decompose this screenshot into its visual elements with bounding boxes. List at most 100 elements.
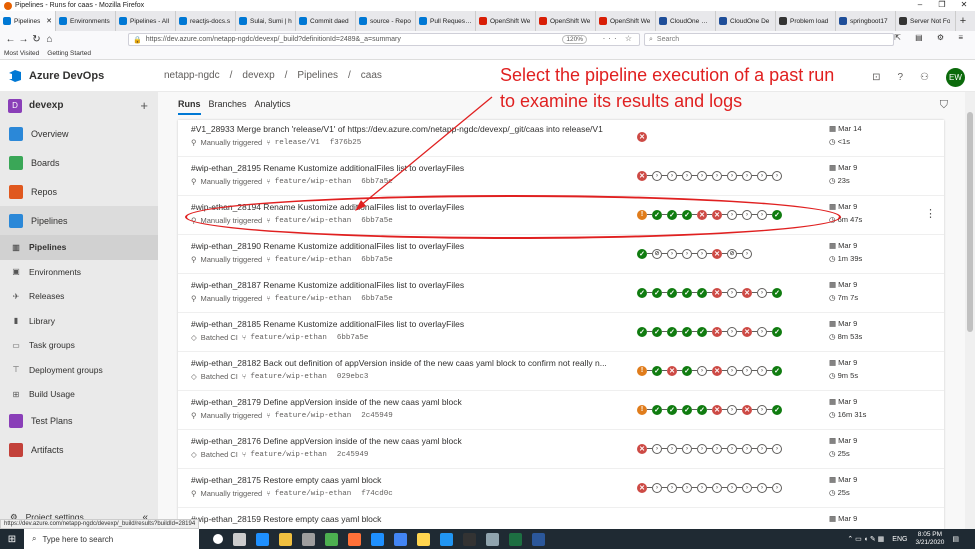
app-icon[interactable] — [486, 532, 499, 546]
cortana-icon[interactable] — [213, 533, 223, 544]
task-view-icon[interactable] — [233, 532, 246, 546]
clock[interactable]: 8:05 PM 3/21/2020 — [915, 531, 944, 547]
sidebar-item-overview[interactable]: Overview — [0, 119, 158, 148]
stage-skip-icon[interactable]: › — [682, 248, 692, 259]
close-window-button[interactable]: ✕ — [953, 0, 975, 9]
stage-skip-icon[interactable]: › — [772, 170, 782, 181]
run-title[interactable]: #wip-ethan_28175 Restore empty caas yaml… — [191, 475, 631, 485]
avatar[interactable]: EW — [946, 68, 965, 87]
run-commit[interactable]: 6bb7a5e — [361, 178, 393, 186]
run-row[interactable]: #wip-ethan_28176 Define appVersion insid… — [178, 430, 944, 469]
stage-skip-icon[interactable]: › — [742, 482, 752, 493]
stage-ok-icon[interactable]: ✓ — [652, 404, 662, 415]
stage-skip-icon[interactable]: › — [772, 443, 782, 454]
sidebar-item-releases[interactable]: ✈ Releases — [0, 284, 158, 309]
stage-fail-icon[interactable]: ✕ — [667, 365, 677, 376]
marketplace-icon[interactable]: ⊡ — [872, 72, 880, 83]
page-actions-icon[interactable]: ··· ☆ — [603, 34, 635, 43]
stage-ok-icon[interactable]: ✓ — [682, 326, 692, 337]
breadcrumb-org[interactable]: netapp-ngdc — [164, 70, 220, 81]
run-commit[interactable]: f376b25 — [330, 139, 362, 147]
stage-warn-icon[interactable]: ! — [637, 404, 647, 415]
browser-tab[interactable]: Sulai, Sumi | h — [236, 11, 296, 31]
maximize-button[interactable]: ❐ — [931, 0, 953, 9]
word-icon[interactable] — [532, 532, 545, 546]
run-branch[interactable]: feature/wip-ethan — [250, 334, 327, 342]
stage-ok-icon[interactable]: ✓ — [772, 287, 782, 298]
run-branch[interactable]: release/V1 — [275, 139, 320, 147]
stage-skip-icon[interactable]: › — [727, 443, 737, 454]
stage-skip-icon[interactable]: › — [727, 209, 737, 220]
stage-skip-icon[interactable]: › — [757, 443, 767, 454]
stage-fail-icon[interactable]: ✕ — [712, 287, 722, 298]
stage-skip-icon[interactable]: › — [712, 443, 722, 454]
stage-skip-icon[interactable]: › — [682, 170, 692, 181]
stage-ok-icon[interactable]: ✓ — [667, 404, 677, 415]
run-title[interactable]: #V1_28933 Merge branch 'release/V1' of h… — [191, 124, 631, 134]
stage-ok-icon[interactable]: ✓ — [667, 209, 677, 220]
run-commit[interactable]: 6bb7a5e — [361, 295, 393, 303]
chrome-icon[interactable] — [394, 532, 407, 546]
stage-skip-icon[interactable]: › — [757, 170, 767, 181]
minimize-button[interactable]: – — [909, 0, 931, 9]
stage-skip-icon[interactable]: › — [697, 482, 707, 493]
run-title[interactable]: #wip-ethan_28179 Define appVersion insid… — [191, 397, 631, 407]
tab-analytics[interactable]: Analytics — [255, 99, 291, 115]
forward-icon[interactable]: → — [17, 34, 30, 45]
stage-ok-icon[interactable]: ✓ — [652, 365, 662, 376]
close-tab-icon[interactable]: ✕ — [44, 17, 52, 25]
filter-icon[interactable]: ⛉ — [940, 99, 948, 112]
stage-skip-icon[interactable]: › — [682, 443, 692, 454]
sidebar-item-boards[interactable]: Boards — [0, 148, 158, 177]
stage-fail-icon[interactable]: ✕ — [712, 209, 722, 220]
sidebar-item-test-plans[interactable]: Test Plans — [0, 407, 158, 436]
stage-skip-icon[interactable]: › — [727, 287, 737, 298]
stage-skip-icon[interactable]: › — [757, 209, 767, 220]
stage-skip-icon[interactable]: › — [667, 170, 677, 181]
stage-skip-icon[interactable]: › — [742, 248, 752, 259]
sidebar-item-pipelines[interactable]: ▥ Pipelines — [0, 235, 158, 260]
run-branch[interactable]: feature/wip-ethan — [250, 451, 327, 459]
run-row[interactable]: #wip-ethan_28195 Rename Kustomize additi… — [178, 157, 944, 196]
browser-tab[interactable]: OpenShift We — [596, 11, 656, 31]
sidebar-item-repos[interactable]: Repos — [0, 177, 158, 206]
stage-ok-icon[interactable]: ✓ — [682, 287, 692, 298]
sidebar-item-deployment-groups[interactable]: ⊤ Deployment groups — [0, 358, 158, 383]
run-branch[interactable]: feature/wip-ethan — [275, 178, 352, 186]
stage-fail-icon[interactable]: ✕ — [742, 404, 752, 415]
stage-skip-icon[interactable]: › — [742, 209, 752, 220]
windows-start-icon[interactable]: ⊞ — [0, 534, 24, 545]
browser-tab[interactable]: springboot17 — [836, 11, 896, 31]
stage-ok-icon[interactable]: ✓ — [652, 287, 662, 298]
browser-tab[interactable]: Commit daed — [296, 11, 356, 31]
breadcrumb-caas[interactable]: caas — [361, 70, 382, 81]
stage-skip-icon[interactable]: › — [727, 365, 737, 376]
browser-tab[interactable]: Pipelines ✕ — [0, 11, 56, 31]
file-explorer-icon[interactable] — [279, 532, 292, 546]
store-icon[interactable] — [302, 532, 315, 546]
toolbar-icons[interactable]: ⇱ ▤ ⚙ ≡ — [894, 33, 969, 42]
browser-tab[interactable]: source - Repo — [356, 11, 416, 31]
stage-ok-icon[interactable]: ✓ — [772, 209, 782, 220]
stage-skip-icon[interactable]: › — [652, 482, 662, 493]
run-branch[interactable]: feature/wip-ethan — [275, 256, 352, 264]
stage-ok-icon[interactable]: ✓ — [682, 404, 692, 415]
run-commit[interactable]: 6bb7a5e — [361, 217, 393, 225]
bookmark-getting-started[interactable]: Getting Started — [47, 50, 91, 57]
stage-fail-icon[interactable]: ✕ — [742, 287, 752, 298]
run-row[interactable]: #wip-ethan_28187 Rename Kustomize additi… — [178, 274, 944, 313]
sidebar-item-environments[interactable]: ▣ Environments — [0, 260, 158, 285]
run-row[interactable]: #wip-ethan_28190 Rename Kustomize additi… — [178, 235, 944, 274]
stage-skip-icon[interactable]: › — [682, 482, 692, 493]
stage-fail-icon[interactable]: ✕ — [637, 131, 647, 142]
stage-skip-icon[interactable]: › — [757, 482, 767, 493]
reload-icon[interactable]: ↻ — [30, 34, 43, 45]
stage-fail-icon[interactable]: ✕ — [637, 482, 647, 493]
run-title[interactable]: #wip-ethan_28182 Back out definition of … — [191, 358, 631, 368]
run-row[interactable]: #wip-ethan_28185 Rename Kustomize additi… — [178, 313, 944, 352]
stage-ok-icon[interactable]: ✓ — [697, 287, 707, 298]
stage-warn-icon[interactable]: ! — [637, 209, 647, 220]
url-bar[interactable]: 🔒 https://dev.azure.com/netapp-ngdc/deve… — [128, 33, 640, 46]
run-branch[interactable]: feature/wip-ethan — [275, 412, 352, 420]
run-commit[interactable]: 6bb7a5e — [337, 334, 369, 342]
